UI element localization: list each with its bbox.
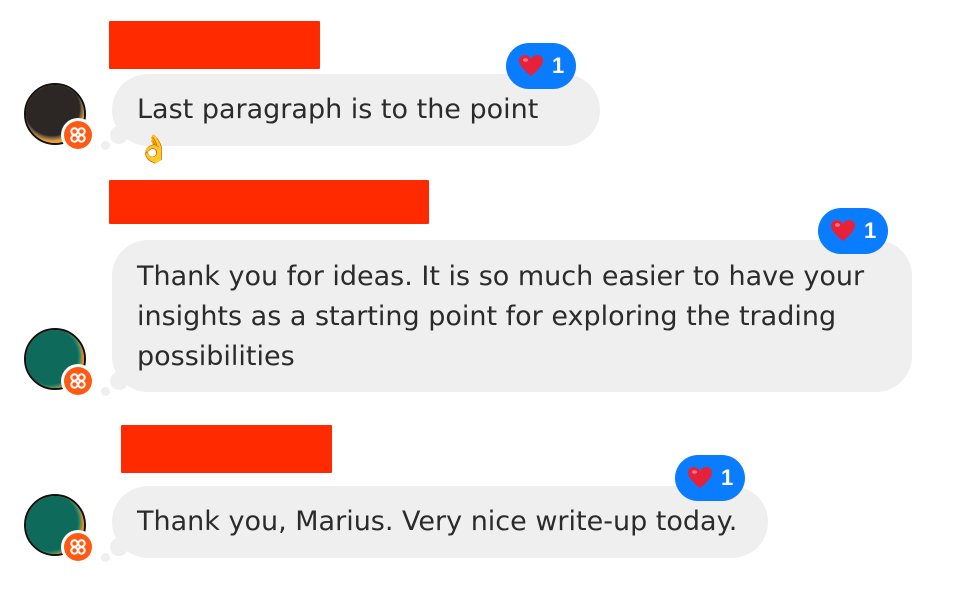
heart-emoji-icon [519, 55, 543, 76]
heart-emoji-icon [688, 467, 712, 488]
flower-icon [70, 373, 86, 389]
message-text: Last paragraph is to the point 👌 [137, 94, 539, 165]
heart-emoji-icon [831, 220, 855, 241]
sender-name-redacted [109, 21, 320, 69]
reaction-badge[interactable]: 1 [818, 208, 889, 254]
app-badge [61, 118, 95, 152]
app-badge [61, 364, 95, 398]
reaction-badge[interactable]: 1 [506, 43, 577, 89]
reaction-count: 1 [721, 465, 734, 490]
reaction-count: 1 [552, 53, 565, 78]
bubble-tail-dot [101, 141, 110, 150]
bubble-tail-dot [101, 387, 110, 396]
reaction-badge[interactable]: 1 [675, 455, 746, 501]
flower-icon [70, 127, 86, 143]
message-bubble[interactable]: Thank you, Marius. Very nice write-up to… [112, 486, 768, 558]
app-badge [61, 530, 95, 564]
message-bubble[interactable]: Thank you for ideas. It is so much easie… [112, 240, 912, 392]
message-text: Thank you for ideas. It is so much easie… [137, 261, 865, 372]
message-text: Thank you, Marius. Very nice write-up to… [137, 506, 738, 537]
sender-name-redacted [109, 180, 429, 224]
reaction-count: 1 [864, 218, 877, 243]
bubble-tail-dot [101, 553, 110, 562]
flower-icon [70, 539, 86, 555]
sender-name-redacted [121, 425, 332, 473]
